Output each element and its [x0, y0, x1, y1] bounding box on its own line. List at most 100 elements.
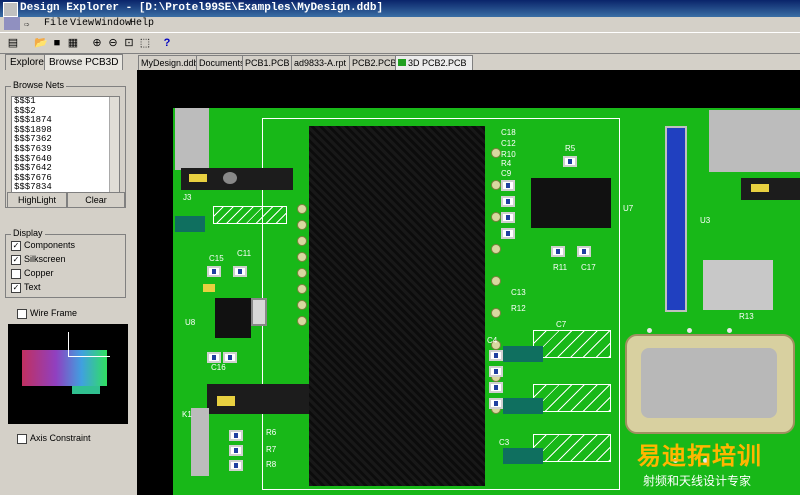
- ic-pad: [297, 204, 307, 214]
- hatched-pad: [533, 384, 611, 412]
- text-label: Text: [24, 282, 41, 292]
- label-c12: C12: [501, 139, 516, 148]
- label-r13: R13: [739, 312, 754, 321]
- component-block: [703, 260, 773, 310]
- ic-pad: [297, 252, 307, 262]
- document-menu-icon[interactable]: [4, 17, 20, 30]
- ic-pad: [297, 220, 307, 230]
- 3d-preview-viewport[interactable]: [8, 324, 128, 424]
- via: [647, 328, 652, 333]
- smd-part: [501, 212, 515, 223]
- label-u7: U7: [623, 204, 634, 213]
- label-c13: C13: [511, 288, 526, 297]
- tab-pcb2[interactable]: PCB2.PCB: [349, 55, 397, 70]
- ic-pad: [297, 284, 307, 294]
- checkbox-unchecked: [17, 433, 27, 444]
- save-icon[interactable]: ■: [50, 36, 64, 50]
- smd-part: [501, 228, 515, 239]
- label-u3: U3: [700, 216, 711, 225]
- menu-help[interactable]: Help: [130, 18, 154, 29]
- label-c4: C4: [487, 336, 498, 345]
- menu-window[interactable]: Window: [95, 18, 131, 29]
- capacitor-body: [175, 216, 205, 232]
- ic-pad: [491, 276, 501, 286]
- label-c15: C15: [209, 254, 224, 263]
- toolbar: ▤ 📂 ■ ▦ ⊕ ⊖ ⊡ ⬚ ?: [0, 32, 800, 54]
- hatched-pad: [533, 330, 611, 358]
- crystal-oscillator: [625, 334, 795, 434]
- label-c7: C7: [556, 320, 567, 329]
- preview-axis-line: [68, 332, 69, 356]
- ic-pad: [297, 236, 307, 246]
- connector-pin: [751, 184, 769, 192]
- title-bar: Design Explorer - [D:\Protel99SE\Example…: [0, 0, 800, 17]
- electrolytic-capacitor: [503, 346, 543, 362]
- browse-nets-label: Browse Nets: [11, 80, 67, 90]
- connector-hole: [223, 172, 237, 184]
- tab-browse-pcb3d[interactable]: Browse PCB3D: [44, 54, 124, 70]
- net-list-scrollbar[interactable]: [109, 97, 119, 193]
- smd-part: [489, 398, 503, 409]
- label-r10: R10: [501, 150, 516, 159]
- tab-3d-pcb2[interactable]: 3D PCB2.PCB: [395, 55, 473, 70]
- document-tabs: MyDesign.ddb Documents PCB1.PCB ad9833-A…: [137, 54, 800, 70]
- label-c3: C3: [499, 438, 510, 447]
- watermark-subtitle: 射频和天线设计专家: [643, 474, 752, 488]
- tab-mydesign-ddb[interactable]: MyDesign.ddb: [138, 55, 199, 70]
- tab-3d-pcb2-label: 3D PCB2.PCB: [408, 58, 467, 68]
- smd-part: [229, 430, 243, 441]
- right-connector: [741, 178, 800, 200]
- zoom-in-icon[interactable]: ⊕: [90, 36, 104, 50]
- relay-connector: [207, 384, 311, 414]
- zoom-out-icon[interactable]: ⊖: [106, 36, 120, 50]
- u8-tab: [251, 298, 267, 326]
- silkscreen-checkbox[interactable]: ✓ Silkscreen: [11, 253, 66, 265]
- smd-part: [233, 266, 247, 277]
- pcb-3d-canvas[interactable]: J3 C15 C11 U8 C16 K1 R6 R7 R8 C18 C12 R1…: [137, 70, 800, 495]
- help-icon[interactable]: ?: [160, 36, 174, 50]
- tab-documents[interactable]: Documents: [196, 55, 245, 70]
- app-icon: [3, 2, 18, 17]
- print-icon[interactable]: ▦: [66, 36, 80, 50]
- axis-constraint-checkbox[interactable]: Axis Constraint: [17, 432, 91, 444]
- label-j3: J3: [183, 193, 192, 202]
- tab-ad9833-rpt[interactable]: ad9833-A.rpt: [291, 55, 352, 70]
- label-r5: R5: [565, 144, 576, 153]
- 3d-view-icon: [398, 59, 406, 66]
- label-c18: C18: [501, 128, 516, 137]
- smd-part: [229, 460, 243, 471]
- label-c9: C9: [501, 169, 512, 178]
- zoom-fit-icon[interactable]: ⊡: [122, 36, 136, 50]
- smd-part: [207, 266, 221, 277]
- text-checkbox[interactable]: ✓ Text: [11, 281, 41, 293]
- highlight-button[interactable]: HighLight: [7, 192, 67, 208]
- smd-part: [489, 382, 503, 393]
- tab-pcb1[interactable]: PCB1.PCB: [242, 55, 294, 70]
- menu-arrow-icon[interactable]: ⇨: [24, 20, 29, 30]
- u7-pin-header: [665, 126, 687, 312]
- electrolytic-capacitor: [503, 448, 543, 464]
- ic-pad: [297, 316, 307, 326]
- copper-checkbox[interactable]: Copper: [11, 267, 54, 279]
- zoom-area-icon[interactable]: ⬚: [138, 36, 152, 50]
- components-checkbox[interactable]: ✓ Components: [11, 239, 75, 251]
- open-folder-icon[interactable]: 📂: [34, 36, 48, 50]
- design-manager-icon[interactable]: ▤: [6, 36, 20, 50]
- smd-part: [489, 350, 503, 361]
- ic-pad: [297, 300, 307, 310]
- via: [687, 328, 692, 333]
- soic-chip: [531, 178, 611, 228]
- k1-body: [191, 408, 209, 476]
- ic-pad: [491, 148, 501, 158]
- label-r8: R8: [266, 460, 277, 469]
- via: [727, 328, 732, 333]
- menu-file[interactable]: File: [44, 18, 68, 29]
- smd-part: [229, 445, 243, 456]
- clear-button[interactable]: Clear: [67, 192, 125, 208]
- wire-frame-checkbox[interactable]: Wire Frame: [17, 307, 77, 319]
- left-panel: Explorer Browse PCB3D Browse Nets $$$1 $…: [3, 54, 128, 495]
- watermark-title: 易迪拓培训: [637, 443, 762, 470]
- label-r7: R7: [266, 445, 277, 454]
- net-list[interactable]: $$$1 $$$2 $$$1874 $$$1898 $$$7362 $$$763…: [11, 96, 120, 194]
- menu-view[interactable]: View: [70, 18, 94, 29]
